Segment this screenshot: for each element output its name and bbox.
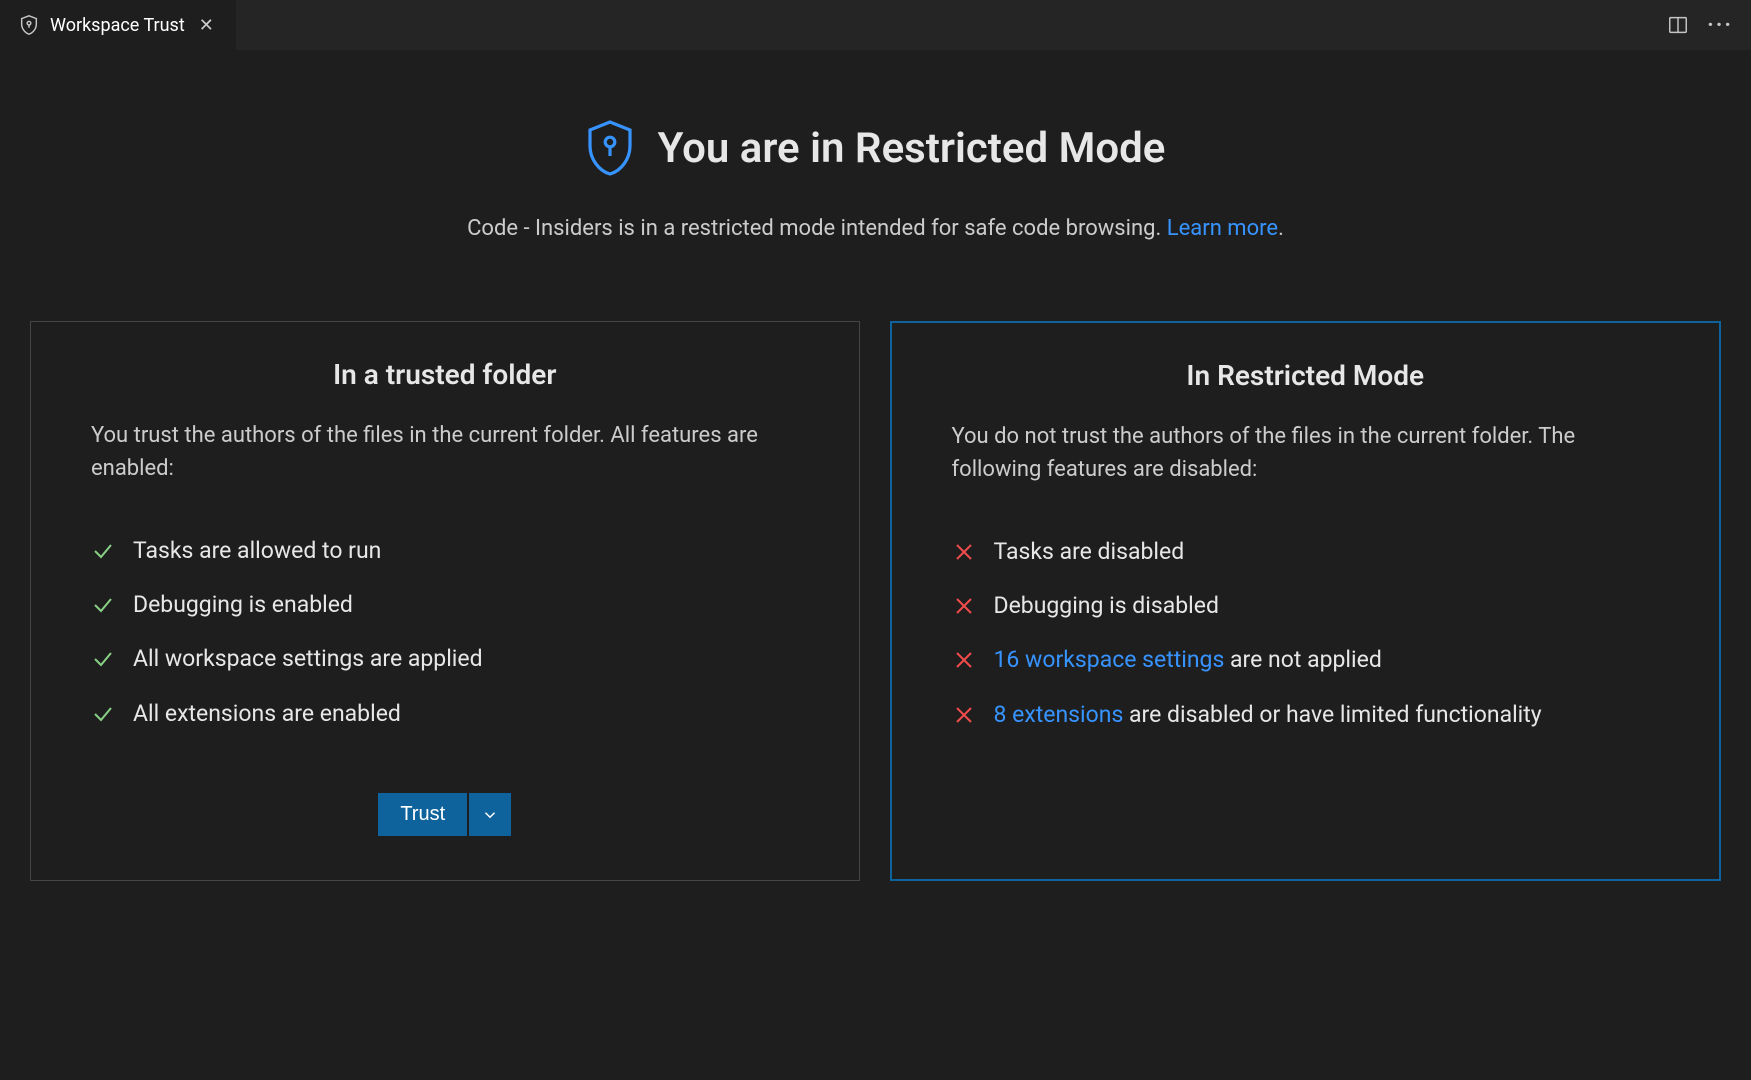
workspace-settings-link[interactable]: 16 workspace settings	[994, 646, 1225, 673]
restricted-feature: 8 extensions are disabled or have limite…	[952, 699, 1660, 731]
restricted-mode-card: In Restricted Mode You do not trust the …	[890, 321, 1722, 881]
restricted-description: You do not trust the authors of the file…	[952, 420, 1660, 486]
split-editor-icon[interactable]	[1667, 14, 1689, 36]
trusted-heading: In a trusted folder	[91, 358, 799, 391]
check-icon	[91, 647, 117, 671]
feature-label: Tasks are allowed to run	[133, 535, 381, 567]
cross-icon	[952, 594, 978, 618]
cross-icon	[952, 703, 978, 727]
extensions-link[interactable]: 8 extensions	[994, 701, 1124, 728]
shield-icon	[586, 120, 634, 176]
trusted-folder-card: In a trusted folder You trust the author…	[30, 321, 860, 881]
trusted-feature: All workspace settings are applied	[91, 643, 799, 675]
feature-label: All extensions are enabled	[133, 698, 401, 730]
feature-label: 16 workspace settings are not applied	[994, 644, 1382, 676]
editor-content: You are in Restricted Mode Code - Inside…	[0, 50, 1751, 911]
trust-button[interactable]: Trust	[378, 793, 467, 836]
feature-label: Debugging is enabled	[133, 589, 353, 621]
page-subtitle: Code - Insiders is in a restricted mode …	[30, 216, 1721, 241]
trusted-feature: All extensions are enabled	[91, 698, 799, 730]
trusted-feature: Tasks are allowed to run	[91, 535, 799, 567]
close-icon[interactable]: ✕	[195, 13, 218, 38]
more-actions-icon[interactable]: ···	[1707, 13, 1733, 38]
restricted-heading: In Restricted Mode	[952, 359, 1660, 392]
subtitle-suffix: .	[1278, 216, 1284, 241]
check-icon	[91, 702, 117, 726]
learn-more-link[interactable]: Learn more	[1167, 216, 1278, 241]
feature-label-rest: are not applied	[1224, 646, 1381, 673]
tab-bar: Workspace Trust ✕ ···	[0, 0, 1751, 50]
trusted-description: You trust the authors of the files in th…	[91, 419, 799, 485]
restricted-feature: Debugging is disabled	[952, 590, 1660, 622]
feature-label-rest: are disabled or have limited functionali…	[1123, 701, 1541, 728]
feature-label: 8 extensions are disabled or have limite…	[994, 699, 1542, 731]
feature-label: All workspace settings are applied	[133, 643, 483, 675]
tab-workspace-trust[interactable]: Workspace Trust ✕	[0, 0, 236, 50]
subtitle-text: Code - Insiders is in a restricted mode …	[467, 216, 1167, 241]
shield-icon	[18, 14, 40, 36]
restricted-feature: 16 workspace settings are not applied	[952, 644, 1660, 676]
trusted-feature: Debugging is enabled	[91, 589, 799, 621]
trust-dropdown-button[interactable]	[469, 793, 511, 836]
feature-label: Debugging is disabled	[994, 590, 1219, 622]
tab-title: Workspace Trust	[50, 15, 185, 36]
feature-label: Tasks are disabled	[994, 536, 1185, 568]
chevron-down-icon	[481, 806, 499, 824]
cross-icon	[952, 648, 978, 672]
cross-icon	[952, 540, 978, 564]
check-icon	[91, 539, 117, 563]
page-title: You are in Restricted Mode	[658, 124, 1166, 173]
restricted-feature: Tasks are disabled	[952, 536, 1660, 568]
check-icon	[91, 593, 117, 617]
